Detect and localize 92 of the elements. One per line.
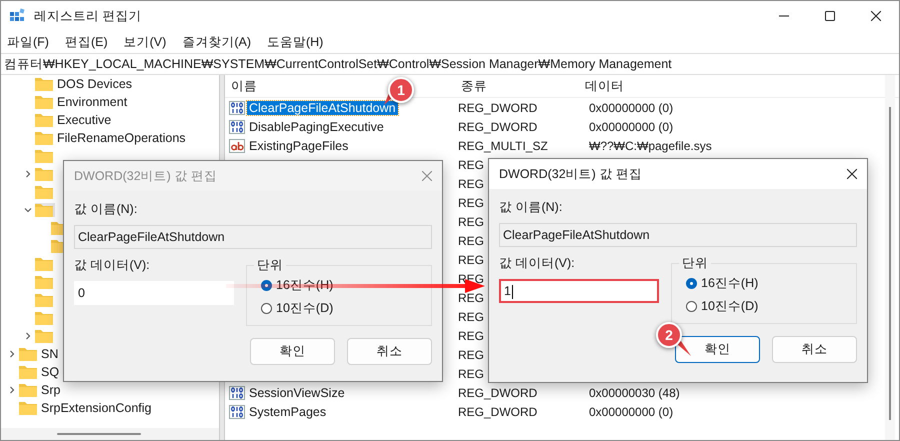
registry-icon	[9, 8, 25, 24]
tree-item[interactable]: FileRenameOperations	[57, 131, 186, 145]
ok-button[interactable]: 확인	[675, 336, 760, 363]
table-cell: REG_DWORD	[458, 404, 538, 418]
collapsed-chevron-icon[interactable]	[8, 386, 16, 394]
folder-icon	[35, 185, 53, 199]
value-name[interactable]: SessionViewSize	[247, 386, 347, 400]
close-icon[interactable]	[847, 169, 857, 179]
menu-item[interactable]: 즐겨찾기(A)	[182, 34, 251, 50]
column-header[interactable]: 데이터	[585, 78, 624, 92]
tree-item[interactable]: DOS Devices	[57, 77, 132, 91]
dialog-title: DWORD(32비트) 값 편집	[499, 166, 642, 182]
table-cell: REG_DWORD	[458, 386, 538, 400]
table-cell: REG	[458, 252, 484, 266]
table-cell: 0x00000030 (48)	[589, 386, 680, 400]
folder-icon	[35, 293, 53, 307]
folder-icon	[35, 149, 53, 163]
table-cell: ₩??₩C:₩pagefile.sys	[589, 138, 712, 152]
value-name[interactable]: SystemPages	[247, 404, 328, 418]
table-cell: REG	[458, 328, 484, 342]
group-label: 단위	[254, 257, 286, 274]
table-cell: REG	[458, 348, 484, 362]
table-cell: REG_MULTI_SZ	[458, 138, 548, 152]
folder-icon	[19, 347, 37, 361]
value-name[interactable]: ClearPageFileAtShutdown	[247, 100, 398, 114]
table-cell: REG	[458, 214, 484, 228]
table-cell: REG	[458, 196, 484, 210]
table-cell: 0x00000000 (0)	[589, 100, 674, 114]
folder-icon	[19, 383, 37, 397]
name-field: ClearPageFileAtShutdown	[74, 225, 432, 249]
folder-icon	[35, 257, 53, 271]
table-cell: REG	[458, 310, 484, 324]
collapsed-chevron-icon[interactable]	[8, 350, 16, 358]
tree-item[interactable]: SrpExtensionConfig	[41, 401, 152, 415]
scrollbar-thumb[interactable]	[57, 433, 141, 435]
collapsed-chevron-icon[interactable]	[24, 170, 32, 178]
name-field: ClearPageFileAtShutdown	[499, 223, 857, 247]
table-cell: REG	[458, 234, 484, 248]
table-cell: REG_DWORD	[458, 120, 538, 134]
binary-value-icon	[229, 120, 245, 134]
folder-icon	[19, 365, 37, 379]
tree-item[interactable]: Srp	[41, 383, 60, 397]
folder-icon	[35, 131, 53, 145]
pointer-arrow	[677, 341, 691, 356]
folder-icon	[35, 113, 53, 127]
dialog-title: DWORD(32비트) 값 편집	[74, 168, 217, 184]
step-badge: 1	[388, 77, 414, 103]
collapsed-chevron-icon[interactable]	[24, 332, 32, 340]
tree-item[interactable]: SN	[41, 347, 58, 361]
folder-icon	[35, 329, 53, 343]
expanded-chevron-icon[interactable]	[24, 206, 32, 214]
menu-item[interactable]: 보기(V)	[124, 34, 166, 50]
cancel-button[interactable]: 취소	[772, 336, 857, 363]
value-input-field[interactable]: 1	[499, 279, 659, 303]
folder-icon	[35, 95, 53, 109]
folder-icon	[35, 311, 53, 325]
table-cell: 0x00000000 (0)	[589, 404, 674, 418]
menu-item[interactable]: 파일(F)	[7, 34, 49, 50]
binary-value-icon	[229, 404, 245, 418]
field-label: 값 이름(N):	[499, 199, 564, 216]
address-bar[interactable]: 컴퓨터₩HKEY_LOCAL_MACHINE₩SYSTEM₩CurrentControlSet₩Control₩Session Manager₩Memory Management	[1, 53, 899, 75]
value-name[interactable]: DisablePagingExecutive	[247, 120, 386, 134]
tree-item[interactable]: SQ	[41, 365, 60, 379]
field-label: 값 데이터(V):	[499, 255, 576, 272]
column-header[interactable]: 종류	[461, 78, 487, 92]
radio-option[interactable]: 16진수(H)	[686, 274, 842, 292]
binary-value-icon	[229, 100, 245, 114]
field-label: 값 이름(N):	[74, 201, 138, 218]
column-header[interactable]: 이름	[231, 78, 257, 92]
folder-icon	[19, 401, 37, 415]
group-label: 단위	[679, 255, 711, 272]
string-value-icon	[229, 138, 245, 152]
menu-item[interactable]: 편집(E)	[64, 34, 108, 50]
value-name[interactable]: ExistingPageFiles	[247, 138, 350, 152]
table-cell: REG	[458, 366, 484, 380]
folder-icon	[35, 203, 53, 217]
radio-option[interactable]: 10진수(D)	[686, 297, 842, 315]
folder-icon	[35, 275, 53, 289]
folder-icon	[35, 77, 53, 91]
menu-item[interactable]: 도움말(H)	[266, 34, 324, 50]
table-cell: REG	[458, 158, 484, 172]
field-label: 값 데이터(V):	[74, 257, 151, 274]
table-cell: REG_DWORD	[458, 100, 538, 114]
tree-item[interactable]: Environment	[57, 95, 128, 109]
tree-item[interactable]: Executive	[57, 113, 112, 127]
table-cell: REG	[458, 176, 484, 190]
folder-icon	[35, 167, 53, 181]
scrollbar-thumb[interactable]	[889, 107, 891, 420]
binary-value-icon	[229, 386, 245, 400]
table-cell: REG	[458, 290, 484, 304]
window-title: 레지스트리 편집기	[34, 8, 142, 24]
table-cell: 0x00000000 (0)	[589, 120, 674, 134]
